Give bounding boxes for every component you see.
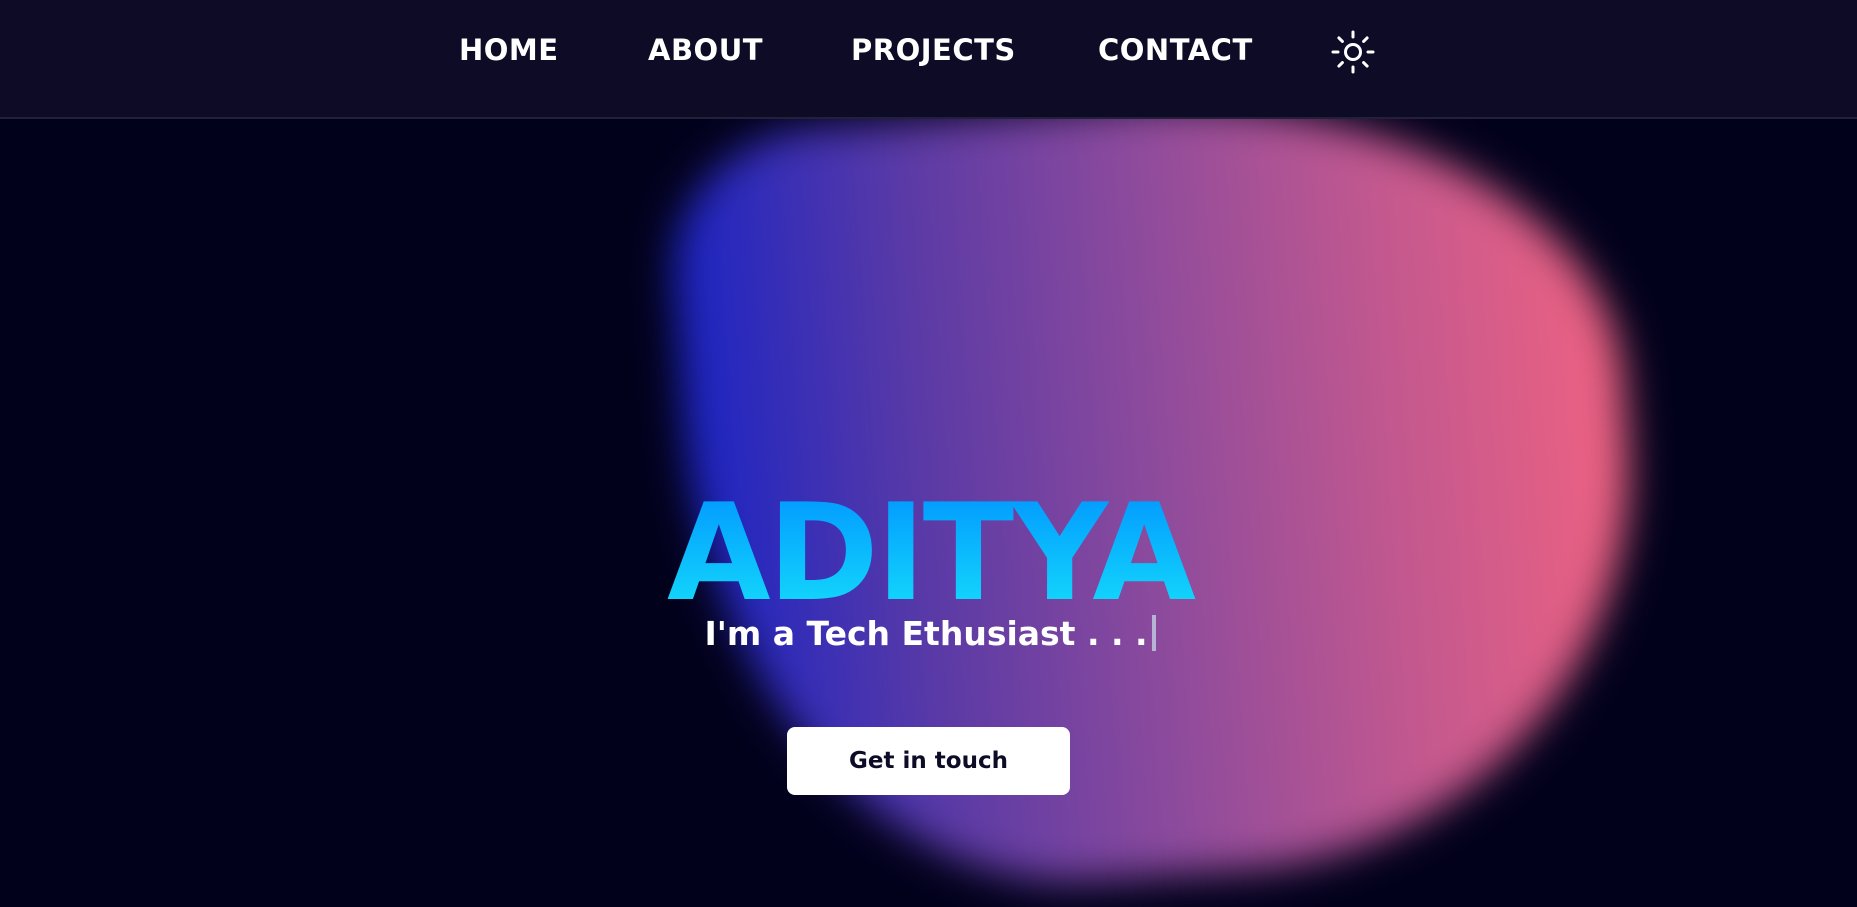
get-in-touch-button[interactable]: Get in touch xyxy=(787,727,1070,795)
nav-about-link[interactable]: ABOUT xyxy=(648,33,763,67)
sun-icon xyxy=(1331,30,1375,74)
hero-tagline-text: I'm a Tech Ethusiast . . . xyxy=(704,614,1148,653)
nav-links: HOME ABOUT PROJECTS CONTACT xyxy=(0,0,1857,117)
nav-home-link[interactable]: HOME xyxy=(459,33,559,67)
nav-contact-link[interactable]: CONTACT xyxy=(1098,33,1253,67)
hero-tagline: I'm a Tech Ethusiast . . . xyxy=(600,614,1260,653)
top-navbar: HOME ABOUT PROJECTS CONTACT xyxy=(0,0,1857,119)
nav-projects-link[interactable]: PROJECTS xyxy=(851,33,1016,67)
hero-name: ADITYA xyxy=(660,478,1200,628)
hero-section: ADITYA I'm a Tech Ethusiast . . . Get in… xyxy=(0,0,1857,880)
typing-cursor xyxy=(1151,615,1156,651)
theme-toggle-button[interactable] xyxy=(1330,29,1376,75)
